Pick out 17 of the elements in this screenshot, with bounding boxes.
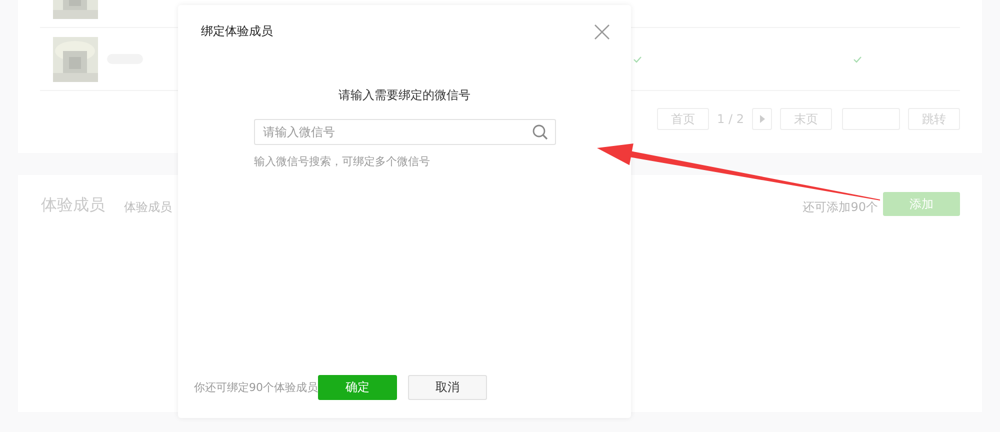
dialog-title: 绑定体验成员: [201, 23, 273, 40]
prompt-text: 请输入需要绑定的微信号: [338, 87, 472, 104]
check-icon: [633, 56, 642, 63]
caret-icon: [760, 115, 764, 123]
section-subtitle: 体验成员: [124, 199, 172, 216]
search-field[interactable]: 请输入微信号: [254, 119, 556, 145]
hint-text: 输入微信号搜索，可绑定多个微信号: [254, 154, 431, 169]
search-icon: [532, 124, 548, 140]
close-button[interactable]: [594, 24, 610, 40]
confirm-button[interactable]: 确定: [318, 375, 397, 400]
footer-note: 你还可绑定90个体验成员: [194, 380, 318, 395]
remaining-count: 还可添加90个: [802, 199, 878, 216]
close-icon: [594, 24, 610, 40]
add-button[interactable]: 添加: [883, 192, 960, 216]
next-page-button[interactable]: [752, 108, 772, 130]
check-icon: [853, 56, 862, 63]
cancel-button[interactable]: 取消: [408, 375, 487, 400]
